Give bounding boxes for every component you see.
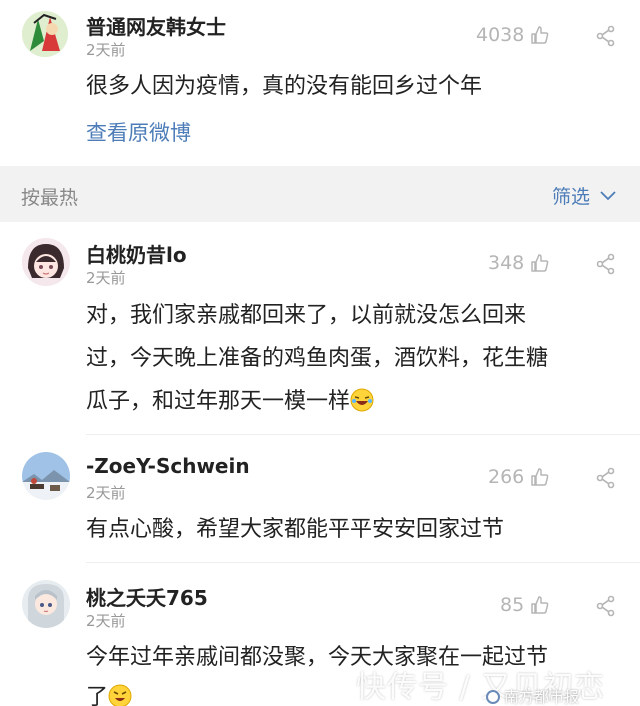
anime-girl-avatar-icon [22, 580, 70, 628]
anime-girl-avatar-icon [22, 238, 70, 286]
comment-username[interactable]: -ZoeY-Schwein [86, 454, 250, 478]
chevron-down-icon [600, 190, 616, 200]
comment-like-button[interactable]: 348 [488, 252, 550, 274]
post-time: 2天前 [86, 41, 126, 59]
comment-like-count: 266 [488, 466, 525, 488]
share-icon[interactable] [595, 25, 617, 47]
cartoon-avatar-icon [22, 11, 68, 57]
comment-divider [86, 434, 640, 435]
comment-divider [86, 562, 640, 563]
thumbs-up-icon [531, 26, 549, 44]
comment-like-count: 348 [488, 252, 525, 274]
laughing-emoji-icon [350, 388, 374, 412]
comment-text-segment: 了 [86, 685, 109, 706]
comment-like-count: 85 [500, 594, 525, 616]
comment-username[interactable]: 白桃奶昔lo [86, 239, 187, 268]
comment-like-button[interactable]: 85 [500, 594, 550, 616]
crying-laughing-emoji-icon [108, 684, 132, 706]
sort-hot-label[interactable]: 按最热 [21, 183, 78, 210]
comment-text-line: 了 [86, 676, 132, 706]
comment-text-line: 瓜子，和过年那天一模一样 [86, 380, 374, 423]
post-like-button[interactable]: 4038 [476, 24, 550, 46]
post-avatar[interactable] [22, 11, 68, 57]
source-logo-icon [486, 689, 500, 704]
comment-text-line: 过，今天晚上准备的鸡鱼肉蛋，酒饮料，花生糖 [86, 346, 549, 371]
comment-avatar[interactable] [22, 580, 70, 628]
winter-scene-avatar-icon [22, 452, 70, 500]
comment-text-segment: 瓜子，和过年那天一模一样 [86, 389, 351, 414]
comment-text-line: 有点心酸，希望大家都能平平安安回家过节 [86, 517, 505, 542]
watermark-badge: 南方都市报 [486, 686, 579, 706]
filter-label: 筛选 [551, 186, 590, 208]
thumbs-up-icon [531, 468, 549, 486]
sort-bar: 按最热 筛选 [0, 166, 640, 222]
share-icon[interactable] [595, 253, 617, 275]
comment-like-button[interactable]: 266 [488, 466, 550, 488]
post-text: 很多人因为疫情，真的没有能回乡过个年 [86, 74, 483, 99]
watermark-badge-label: 南方都市报 [504, 688, 580, 706]
comment-avatar[interactable] [22, 238, 70, 286]
share-icon[interactable] [595, 595, 617, 617]
original-post: 普通网友韩女士 2天前 4038 很多人因为疫情，真的没有能回乡过个年 查看原微… [0, 0, 640, 165]
post-like-count: 4038 [476, 24, 525, 46]
comment-time: 2天前 [86, 269, 126, 287]
filter-button[interactable]: 筛选 [552, 182, 616, 209]
thumbs-up-icon [531, 596, 549, 614]
share-icon[interactable] [595, 467, 617, 489]
comment-time: 2天前 [86, 612, 126, 630]
comment-username[interactable]: 桃之夭夭765 [86, 582, 208, 611]
comment-avatar[interactable] [22, 452, 70, 500]
post-username[interactable]: 普通网友韩女士 [86, 11, 226, 40]
view-original-link[interactable]: 查看原微博 [86, 117, 191, 147]
thumbs-up-icon [531, 254, 549, 272]
comment-time: 2天前 [86, 484, 126, 502]
comment-text-line: 对，我们家亲戚都回来了，以前就没怎么回来 [86, 303, 527, 328]
